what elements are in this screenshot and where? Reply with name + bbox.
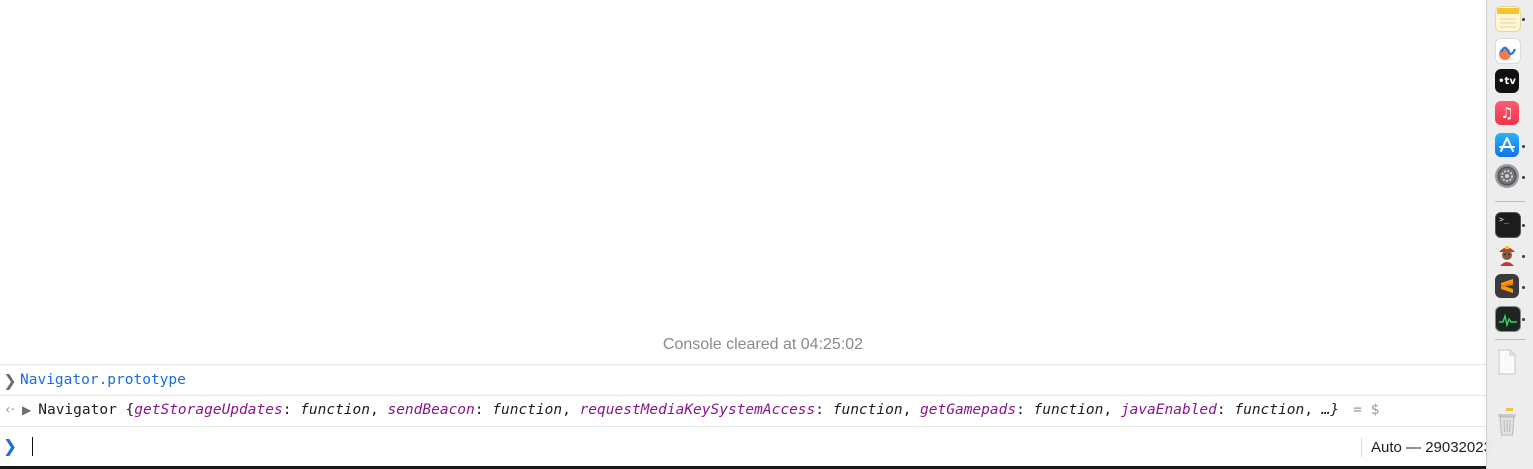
running-indicator bbox=[1522, 286, 1525, 289]
result-object-name: Navigator bbox=[38, 402, 117, 418]
freeform-icon[interactable] bbox=[1495, 38, 1521, 64]
activity-monitor-icon[interactable] bbox=[1495, 306, 1521, 332]
disclosure-triangle-icon[interactable]: ▶ bbox=[22, 403, 31, 417]
context-separator bbox=[1361, 437, 1362, 457]
result-prop-key: getGamepads bbox=[920, 402, 1017, 418]
execution-context-selector[interactable]: Auto — 29032023 ⌃⌄ bbox=[1371, 436, 1504, 458]
page: Console cleared at 04:25:02 ❯ Navigator.… bbox=[0, 0, 1533, 469]
running-indicator bbox=[1522, 318, 1525, 321]
console-input-echo-row[interactable]: ❯ Navigator.prototype bbox=[0, 365, 1486, 395]
notes-icon-graphic bbox=[1497, 8, 1519, 28]
dock-separator bbox=[1495, 339, 1525, 340]
music-note-glyph: ♫ bbox=[1500, 104, 1514, 122]
trash-graphic bbox=[1498, 408, 1516, 436]
result-prop-value: function bbox=[300, 402, 370, 418]
running-indicator bbox=[1522, 145, 1525, 148]
apple-tv-icon[interactable]: •tv bbox=[1495, 69, 1519, 93]
result-open-brace: { bbox=[125, 402, 135, 418]
console-panel: Console cleared at 04:25:02 ❯ Navigator.… bbox=[0, 0, 1504, 469]
console-cleared-message: Console cleared at 04:25:02 bbox=[662, 336, 864, 353]
notes-icon[interactable] bbox=[1495, 6, 1521, 32]
result-variable-ref[interactable]: = $ bbox=[1353, 402, 1379, 418]
terminal-prompt-glyph: >_ bbox=[1499, 215, 1509, 224]
sublime-glyph bbox=[1501, 279, 1513, 293]
result-ellipsis: …} bbox=[1321, 402, 1340, 418]
running-indicator bbox=[1522, 224, 1525, 227]
fireman-app-icon[interactable] bbox=[1495, 242, 1519, 266]
result-prop-key: requestMediaKeySystemAccess bbox=[579, 402, 816, 418]
text-caret bbox=[32, 437, 33, 456]
result-prop-value: function bbox=[492, 402, 563, 418]
running-indicator bbox=[1522, 176, 1525, 179]
input-chevron-icon: ❯ bbox=[3, 370, 17, 390]
row-divider bbox=[0, 426, 1486, 427]
macos-dock: •tv ♫ >_ bbox=[1486, 0, 1533, 469]
console-result-row[interactable]: ‹· ▶ Navigator { getStorageUpdates: func… bbox=[0, 395, 1486, 425]
app-store-glyph bbox=[1499, 137, 1515, 152]
console-prompt-row[interactable]: ❯ bbox=[0, 430, 1486, 464]
result-prop-value: function bbox=[832, 402, 903, 418]
gear-icon bbox=[1497, 166, 1517, 186]
activity-graph-glyph bbox=[1499, 313, 1517, 328]
document-graphic bbox=[1498, 349, 1516, 375]
prompt-chevron-icon: ❯ bbox=[2, 437, 18, 457]
running-indicator bbox=[1522, 255, 1525, 258]
music-icon[interactable]: ♫ bbox=[1495, 101, 1519, 125]
result-prop-value: function bbox=[1033, 402, 1104, 418]
apple-tv-glyph: •tv bbox=[1498, 75, 1516, 87]
freeform-icon-graphic bbox=[1499, 46, 1517, 60]
console-prompt-input[interactable] bbox=[20, 435, 1486, 459]
result-prop-key: sendBeacon bbox=[387, 402, 475, 418]
system-settings-icon[interactable] bbox=[1495, 164, 1519, 188]
fireman-graphic bbox=[1499, 246, 1515, 266]
result-prop-value: function bbox=[1234, 402, 1305, 418]
sublime-text-icon[interactable] bbox=[1495, 274, 1519, 298]
trash-icon[interactable] bbox=[1495, 408, 1519, 436]
input-echo-text[interactable]: Navigator.prototype bbox=[20, 372, 186, 388]
document-icon[interactable] bbox=[1495, 349, 1519, 375]
result-prop-key: getStorageUpdates bbox=[134, 402, 283, 418]
result-arrow-icon: ‹· bbox=[4, 402, 16, 418]
terminal-icon[interactable]: >_ bbox=[1495, 212, 1521, 238]
execution-context-label: Auto — 29032023 bbox=[1371, 438, 1492, 456]
running-indicator bbox=[1522, 18, 1525, 21]
dock-separator bbox=[1495, 201, 1525, 202]
result-prop-key: javaEnabled bbox=[1120, 402, 1217, 418]
app-store-icon[interactable] bbox=[1495, 133, 1519, 157]
